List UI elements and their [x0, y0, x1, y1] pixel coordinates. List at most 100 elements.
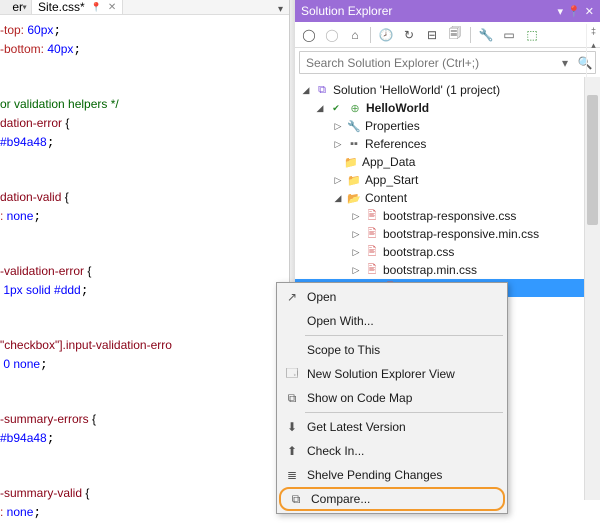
css-file-icon: 🖹 — [364, 261, 380, 280]
separator — [370, 27, 371, 43]
collapse-arrow-icon[interactable]: ▷ — [351, 265, 361, 276]
explorer-toolbar: ◯ ◯ ⌂ 🕗 ↻ ⊟ 🗐 🔧 ▭ ⬚ — [295, 22, 600, 48]
home-button[interactable]: ⌂ — [345, 25, 365, 45]
node-label: bootstrap-responsive.min.css — [383, 227, 539, 241]
menu-check-in[interactable]: ⬆ Check In... — [277, 439, 507, 463]
wrench-icon: 🔧 — [346, 120, 362, 133]
forward-button[interactable]: ◯ — [322, 25, 342, 45]
search-box[interactable]: ▾ 🔍 — [299, 51, 596, 74]
expand-arrow-icon[interactable]: ◢ — [301, 85, 311, 96]
collapse-arrow-icon[interactable]: ▷ — [333, 175, 343, 186]
properties-node[interactable]: ▷ 🔧 Properties — [295, 117, 600, 135]
node-label: App_Data — [362, 155, 415, 169]
menu-label: Shelve Pending Changes — [307, 468, 442, 482]
menu-label: Open With... — [307, 314, 374, 328]
code-editor-pane: er ▸ Site.css* 📍 ✕ ▾ -top: 60px; -bottom… — [0, 0, 290, 500]
back-button[interactable]: ◯ — [299, 25, 319, 45]
sync-button[interactable]: 🕗 — [376, 25, 396, 45]
pin-icon[interactable]: 📍 — [91, 2, 102, 13]
vertical-scrollbar[interactable] — [584, 77, 600, 500]
code-map-icon: ⧉ — [283, 391, 301, 406]
close-icon[interactable]: ✕ — [585, 5, 594, 18]
menu-open[interactable]: ↗ Open — [277, 285, 507, 309]
scrollbar-thumb[interactable] — [587, 95, 598, 225]
folder-icon: 📁 — [346, 174, 362, 187]
open-icon: ↗ — [283, 290, 301, 304]
collapse-arrow-icon[interactable]: ▷ — [351, 247, 361, 258]
node-label: bootstrap.css — [383, 245, 454, 259]
folder-app-data[interactable]: 📁 App_Data — [295, 153, 600, 171]
chevron-down-icon: ▸ — [20, 5, 29, 9]
view-class-button[interactable]: ⬚ — [522, 25, 542, 45]
compare-icon: ⧉ — [287, 492, 305, 507]
properties-button[interactable]: 🔧 — [476, 25, 496, 45]
menu-label: Compare... — [311, 492, 370, 506]
search-dropdown-icon[interactable]: ▾ — [555, 56, 575, 70]
folder-content[interactable]: ◢ 📂 Content — [295, 189, 600, 207]
collapse-all-button[interactable]: ⊟ — [422, 25, 442, 45]
folder-app-start[interactable]: ▷ 📁 App_Start — [295, 171, 600, 189]
menu-separator — [305, 412, 503, 413]
file-node[interactable]: ▷🖹bootstrap-responsive.min.css — [295, 225, 600, 243]
tab-well-chevron-icon[interactable]: ▾ — [278, 4, 283, 15]
css-file-icon: 🖹 — [364, 243, 380, 262]
solution-node[interactable]: ◢ ⧉ Solution 'HelloWorld' (1 project) — [295, 81, 600, 99]
menu-label: Scope to This — [307, 343, 380, 357]
check-in-icon: ⬆ — [283, 444, 301, 458]
menu-get-latest[interactable]: ⬇ Get Latest Version — [277, 415, 507, 439]
refresh-button[interactable]: ↻ — [399, 25, 419, 45]
menu-show-code-map[interactable]: ⧉ Show on Code Map — [277, 386, 507, 410]
solution-icon: ⧉ — [314, 84, 330, 97]
window-icon: 🗔 — [283, 364, 301, 385]
folder-icon: 📁 — [343, 156, 359, 169]
css-file-icon: 🖹 — [364, 225, 380, 244]
menu-label: New Solution Explorer View — [307, 367, 455, 381]
expand-arrow-icon[interactable]: ◢ — [315, 103, 325, 114]
project-icon: ⊕ — [347, 102, 363, 115]
menu-label: Show on Code Map — [307, 391, 412, 405]
context-menu: ↗ Open Open With... Scope to This 🗔 New … — [276, 282, 508, 514]
menu-new-view[interactable]: 🗔 New Solution Explorer View — [277, 362, 507, 386]
file-node[interactable]: ▷🖹bootstrap.css — [295, 243, 600, 261]
close-icon[interactable]: ✕ — [108, 2, 116, 13]
folder-open-icon: 📂 — [346, 192, 362, 205]
node-label: HelloWorld — [366, 101, 429, 115]
tab-group-dropdown[interactable]: er ▸ — [0, 0, 32, 14]
search-input[interactable] — [300, 56, 555, 70]
node-label: Content — [365, 191, 407, 205]
file-node[interactable]: ▷🖹bootstrap.min.css — [295, 261, 600, 279]
solution-explorer-titlebar[interactable]: Solution Explorer ▾ 📍 ✕ — [295, 0, 600, 22]
menu-separator — [305, 335, 503, 336]
node-label: bootstrap.min.css — [383, 263, 477, 277]
show-all-files-button[interactable]: 🗐 — [445, 25, 465, 45]
node-label: Properties — [365, 119, 420, 133]
menu-label: Check In... — [307, 444, 364, 458]
collapse-arrow-icon[interactable]: ▷ — [351, 211, 361, 222]
collapse-arrow-icon[interactable]: ▷ — [333, 139, 343, 150]
project-node[interactable]: ◢ ✔ ⊕ HelloWorld — [295, 99, 600, 117]
menu-open-with[interactable]: Open With... — [277, 309, 507, 333]
references-icon: ▪▪ — [346, 138, 362, 150]
expand-arrow-icon[interactable]: ◢ — [333, 193, 343, 204]
css-file-icon: 🖹 — [364, 207, 380, 226]
code-editor[interactable]: -top: 60px; -bottom: 40px; or validation… — [0, 15, 289, 528]
collapse-arrow-icon[interactable]: ▷ — [351, 229, 361, 240]
window-position-icon[interactable]: ▾ — [558, 5, 564, 18]
references-node[interactable]: ▷ ▪▪ References — [295, 135, 600, 153]
tab-site-css[interactable]: Site.css* 📍 ✕ — [32, 0, 123, 14]
panel-title: Solution Explorer — [301, 4, 554, 18]
collapse-up-icon[interactable]: ▴ — [591, 40, 596, 51]
node-label: References — [365, 137, 426, 151]
menu-label: Get Latest Version — [307, 420, 406, 434]
menu-label: Open — [307, 290, 336, 304]
menu-compare[interactable]: ⧉ Compare... — [279, 487, 505, 511]
collapse-arrow-icon[interactable]: ▷ — [333, 121, 343, 132]
menu-scope-to-this[interactable]: Scope to This — [277, 338, 507, 362]
file-node[interactable]: ▷🖹bootstrap-responsive.css — [295, 207, 600, 225]
expand-icon[interactable]: ‡ — [591, 26, 596, 36]
preview-button[interactable]: ▭ — [499, 25, 519, 45]
pin-icon[interactable]: 📍 — [567, 5, 581, 18]
node-label: bootstrap-responsive.css — [383, 209, 516, 223]
tab-bar: er ▸ Site.css* 📍 ✕ ▾ — [0, 0, 289, 15]
menu-shelve[interactable]: ≣ Shelve Pending Changes — [277, 463, 507, 487]
